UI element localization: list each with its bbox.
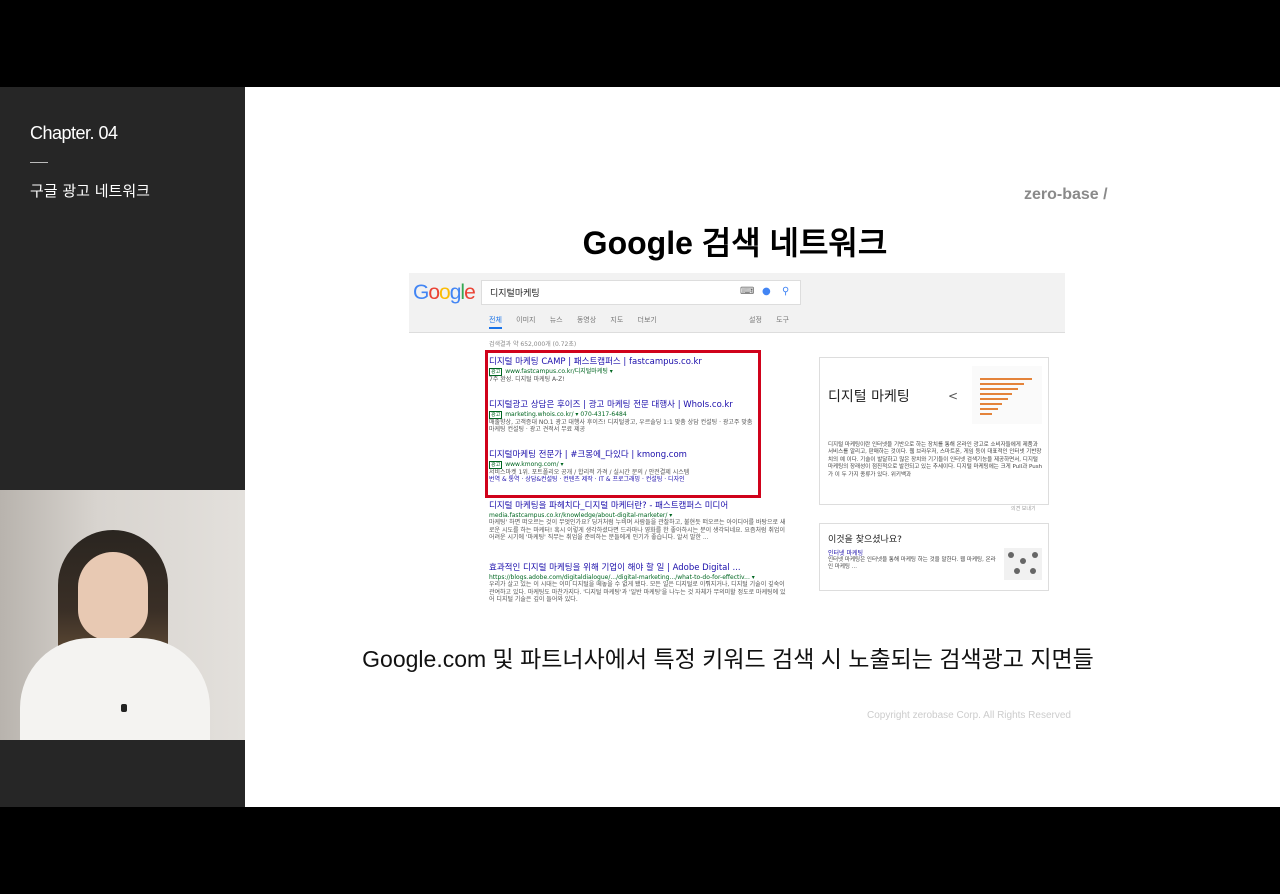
people-also-search-panel: 이것을 찾으셨나요? 인터넷 마케팅 인터넷 마케팅은 인터넷을 통해 마케팅 …	[819, 523, 1049, 591]
tab-tools[interactable]: 도구	[776, 316, 789, 324]
lapel-mic-icon	[121, 704, 127, 712]
tab-all[interactable]: 전체	[489, 315, 502, 329]
keyboard-icon[interactable]: ⌨	[740, 286, 754, 297]
ad-badge: 광고	[489, 410, 503, 419]
search-input[interactable]	[488, 282, 732, 303]
microphone-icon[interactable]: ●	[762, 286, 771, 297]
thumbnail-dot	[1032, 552, 1038, 558]
slide-title: Google 검색 네트워크	[582, 225, 888, 261]
tab-videos[interactable]: 동영상	[577, 315, 596, 325]
result-description: 마케팅' 하면 떠오르는 것이 무엇인가요? 딩거처럼 누비며 사람들을 관찰하…	[489, 519, 786, 542]
suggestion-description: 인터넷 마케팅은 인터넷을 통해 마케팅 하는 것을 말한다. 웹 마케팅, 온…	[828, 557, 996, 571]
organic-result: 효과적인 디지털 마케팅을 위해 기업이 해야 할 일 | Adobe Digi…	[489, 563, 786, 604]
serp-header: Google ⌨ ● ⚲ 전체 이미지 뉴스 동영상 지도 더보기 설정 도구	[409, 273, 1065, 333]
thumbnail-bar	[980, 398, 1008, 400]
thumbnail-bar	[980, 408, 998, 410]
tab-news[interactable]: 뉴스	[550, 315, 563, 325]
sitelinks[interactable]: 번역 & 통역 · 상담&컨설팅 · 컨텐츠 제작 · IT & 프로그래밍 ·…	[489, 476, 779, 484]
result-url-text: media.fastcampus.co.kr/knowledge/about-d…	[489, 511, 673, 519]
suggestion-link[interactable]: 인터넷 마케팅	[828, 548, 863, 557]
chapter-divider	[30, 162, 48, 163]
presenter-shirt	[20, 638, 210, 740]
knowledge-panel-title: 디지털 마케팅	[828, 389, 910, 405]
result-count: 검색결과 약 652,000개 (0.72초)	[489, 341, 577, 348]
feedback-link[interactable]: 의견 보내기	[1011, 505, 1036, 512]
result-url: 광고 www.fastcampus.co.kr/디지털마케팅 ▾	[489, 367, 779, 376]
slide-caption: Google.com 및 파트너사에서 특정 키워드 검색 시 노출되는 검색광…	[362, 646, 1094, 672]
thumbnail-dot	[1020, 558, 1026, 564]
result-url: 광고 www.kmong.com/ ▾	[489, 460, 779, 469]
thumbnail-bar	[980, 383, 1024, 385]
result-url-text: www.kmong.com/ ▾	[505, 460, 564, 468]
result-title[interactable]: 디지털광고 상담은 후이즈 | 광고 마케팅 전문 대행사 | WhoIs.co…	[489, 400, 779, 411]
google-serp-screenshot: Google ⌨ ● ⚲ 전체 이미지 뉴스 동영상 지도 더보기 설정 도구 …	[409, 273, 1065, 617]
thumbnail-dot	[1030, 568, 1036, 574]
tab-more[interactable]: 더보기	[638, 315, 657, 325]
thumbnail-dot	[1014, 568, 1020, 574]
thumbnail-bar	[980, 393, 1012, 395]
serp-tools: 설정 도구	[749, 315, 801, 325]
suggestion-thumbnail[interactable]	[1004, 548, 1042, 580]
thumbnail-bar	[980, 378, 1032, 380]
chapter-subtitle: 구글 광고 네트워크	[30, 182, 150, 200]
thumbnail-bar	[980, 403, 1002, 405]
google-logo-letter: o	[428, 281, 440, 304]
serp-tabs: 전체 이미지 뉴스 동영상 지도 더보기	[489, 315, 669, 329]
thumbnail-bar	[980, 388, 1018, 390]
google-logo-letter: o	[439, 281, 451, 304]
ad-result: 디지털 마케팅 CAMP | 패스트캠퍼스 | fastcampus.co.kr…	[489, 357, 779, 383]
google-logo-letter: e	[464, 281, 476, 304]
share-icon[interactable]: <	[948, 389, 958, 403]
tab-maps[interactable]: 지도	[610, 315, 623, 325]
ad-result: 디지털광고 상담은 후이즈 | 광고 마케팅 전문 대행사 | WhoIs.co…	[489, 400, 779, 434]
presenter-face	[78, 552, 148, 640]
google-logo-letter: G	[413, 281, 429, 304]
tab-images[interactable]: 이미지	[516, 315, 535, 325]
result-description: 7주 완성. 디지털 마케팅 A-Z!	[489, 375, 565, 383]
search-icon[interactable]: ⚲	[782, 286, 789, 297]
result-title[interactable]: 효과적인 디지털 마케팅을 위해 기업이 해야 할 일 | Adobe Digi…	[489, 563, 779, 574]
ad-result: 디지털마케팅 전문가 | #크몽에_다있다 | kmong.com 광고 www.…	[489, 450, 779, 484]
result-title[interactable]: 디지털 마케팅 CAMP | 패스트캠퍼스 | fastcampus.co.kr	[489, 357, 779, 368]
knowledge-panel: 디지털 마케팅 < 디지털 마케팅이란 인터넷을 기반으로 하는 장치를 통해 …	[819, 357, 1049, 505]
knowledge-panel-chart-thumbnail	[972, 366, 1042, 424]
result-title[interactable]: 디지털 마케팅을 파헤치다_디지털 마케터란? - 패스트캠퍼스 미디어	[489, 501, 779, 512]
chapter-title: Chapter. 04	[30, 123, 118, 143]
google-logo-letter: g	[449, 281, 462, 304]
search-box[interactable]: ⌨ ● ⚲	[481, 280, 801, 305]
lecture-slide: zero-base / Google 검색 네트워크 Google ⌨ ● ⚲ …	[245, 87, 1280, 807]
copyright-text: Copyright zerobase Corp. All Rights Rese…	[867, 710, 1071, 721]
knowledge-panel-description: 디지털 마케팅이란 인터넷을 기반으로 하는 장치를 통해 온라인 광고로 소비…	[828, 442, 1043, 478]
result-url-text: https://blogs.adobe.com/digitaldialogue/…	[489, 573, 755, 581]
google-logo[interactable]: Google	[413, 281, 476, 305]
result-description: 매출향상, 고객증대 NO.1 광고 대행사 후이즈! 디지털광고, 우르솔딩 …	[489, 418, 753, 434]
presenter-webcam	[0, 490, 245, 740]
thumbnail-bar	[980, 413, 992, 415]
chapter-sidebar: Chapter. 04 구글 광고 네트워크	[0, 87, 245, 807]
organic-result: 디지털 마케팅을 파헤치다_디지털 마케터란? - 패스트캠퍼스 미디어 med…	[489, 501, 786, 542]
tab-settings[interactable]: 설정	[749, 316, 762, 324]
ad-badge: 광고	[489, 367, 503, 376]
thumbnail-dot	[1008, 552, 1014, 558]
zerobase-logo: zero-base /	[1024, 186, 1108, 203]
panel-heading: 이것을 찾으셨나요?	[828, 535, 902, 545]
result-url: 광고 marketing.whois.co.kr/ ▾ 070-4317-6484	[489, 410, 779, 419]
result-url-text: marketing.whois.co.kr/ ▾ 070-4317-6484	[505, 410, 627, 418]
result-title[interactable]: 디지털마케팅 전문가 | #크몽에_다있다 | kmong.com	[489, 450, 779, 461]
result-url-text: www.fastcampus.co.kr/디지털마케팅 ▾	[505, 367, 613, 375]
ad-badge: 광고	[489, 460, 503, 469]
result-description: 우리가 살고 있는 이 시대는 이미 디지털을 떼놓을 수 없게 됐다. 모든 …	[489, 581, 786, 604]
